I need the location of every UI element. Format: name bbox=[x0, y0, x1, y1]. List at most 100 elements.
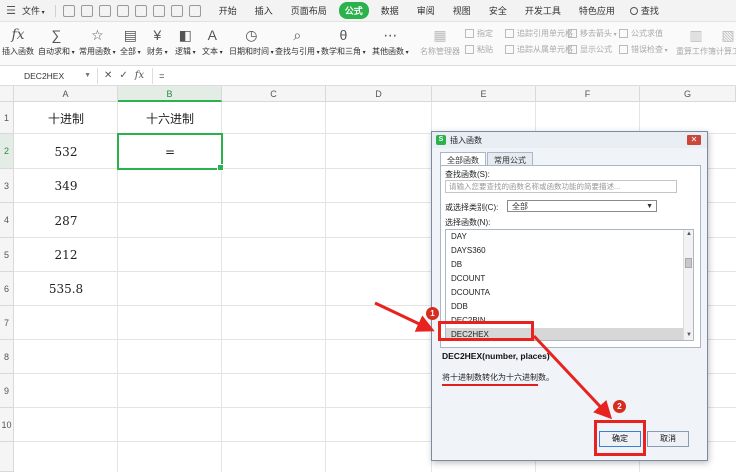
new-file-icon[interactable] bbox=[62, 4, 75, 17]
cancel-x-icon[interactable]: ✕ bbox=[104, 70, 112, 81]
print-preview-icon[interactable] bbox=[116, 4, 129, 17]
tab-review[interactable]: 审阅 bbox=[411, 2, 441, 19]
function-item[interactable]: DAY bbox=[446, 230, 693, 244]
tab-insert[interactable]: 插入 bbox=[249, 2, 279, 19]
tab-view[interactable]: 视图 bbox=[447, 2, 477, 19]
show-formulas-button[interactable]: 显示公式 bbox=[568, 44, 612, 55]
close-icon[interactable]: ✕ bbox=[687, 135, 701, 145]
column-header-e[interactable]: E bbox=[432, 86, 536, 102]
recalc-workbook-button[interactable]: ▥ 重算工作簿 bbox=[676, 26, 716, 57]
fx-icon: fx bbox=[11, 27, 25, 43]
star-function-icon: ☆ bbox=[91, 26, 104, 43]
fx-icon[interactable]: fx bbox=[135, 70, 144, 81]
search-button[interactable]: 查找 bbox=[629, 4, 659, 17]
function-item[interactable]: DDB bbox=[446, 300, 693, 314]
math-trig-button[interactable]: θ 数学和三角 bbox=[321, 26, 366, 57]
tab-data[interactable]: 数据 bbox=[375, 2, 405, 19]
insert-function-button[interactable]: fx 插入函数 bbox=[2, 26, 34, 57]
cell-a3[interactable]: 349 bbox=[14, 169, 118, 203]
cell-b1[interactable]: 十六进制 bbox=[118, 102, 222, 134]
wps-logo-icon: S bbox=[436, 135, 446, 145]
common-functions-button[interactable]: ☆ 常用函数 bbox=[79, 26, 116, 57]
function-item[interactable]: DB bbox=[446, 258, 693, 272]
error-check-button[interactable]: 错误检查 bbox=[619, 44, 668, 55]
column-header-b[interactable]: B bbox=[118, 86, 222, 102]
calc-icon: ▧ bbox=[721, 26, 735, 43]
undo-icon[interactable] bbox=[170, 4, 183, 17]
row-header-5[interactable]: 5 bbox=[0, 238, 14, 272]
remove-arrows-button[interactable]: 移去箭头 bbox=[568, 28, 617, 39]
tab-security[interactable]: 安全 bbox=[483, 2, 513, 19]
row-header-8[interactable]: 8 bbox=[0, 340, 14, 374]
open-folder-icon[interactable] bbox=[80, 4, 93, 17]
column-header-a[interactable]: A bbox=[14, 86, 118, 102]
file-menu[interactable]: 文件 bbox=[22, 4, 45, 17]
save-icon[interactable] bbox=[98, 4, 111, 17]
cell-a1[interactable]: 十进制 bbox=[14, 102, 118, 134]
cell-b2-active[interactable]: = bbox=[117, 133, 224, 171]
select-all-corner[interactable] bbox=[0, 86, 14, 102]
print-icon[interactable] bbox=[134, 4, 147, 17]
cell-a4[interactable]: 287 bbox=[14, 203, 118, 238]
row-header-1[interactable]: 1 bbox=[0, 102, 14, 134]
row-header-2[interactable]: 2 bbox=[0, 134, 14, 169]
tab-developer[interactable]: 开发工具 bbox=[519, 2, 567, 19]
finance-button[interactable]: ¥ 财务 bbox=[147, 26, 168, 57]
evaluate-formula-button[interactable]: 公式求值 bbox=[619, 28, 663, 39]
scroll-up-icon[interactable]: ▲ bbox=[684, 230, 693, 239]
column-header-d[interactable]: D bbox=[326, 86, 432, 102]
all-functions-button[interactable]: ▤ 全部 bbox=[120, 26, 141, 57]
function-list-scrollbar[interactable]: ▲ ▼ bbox=[683, 230, 693, 340]
name-manager-button[interactable]: ▦ 名称管理器 bbox=[420, 26, 460, 57]
category-select[interactable]: 全部 ▼ bbox=[507, 200, 657, 212]
cancel-button[interactable]: 取消 bbox=[647, 431, 689, 447]
name-box[interactable]: DEC2HEX ▼ bbox=[2, 67, 98, 84]
function-item[interactable]: DCOUNT bbox=[446, 272, 693, 286]
confirm-check-icon[interactable]: ✓ bbox=[119, 70, 127, 81]
logic-button[interactable]: ◧ 逻辑 bbox=[175, 26, 196, 57]
trace-dependents-button[interactable]: 追踪从属单元格 bbox=[505, 44, 573, 55]
evaluate-icon bbox=[619, 29, 628, 38]
datetime-button[interactable]: ◷ 日期和时间 bbox=[229, 26, 274, 57]
dialog-titlebar[interactable]: S 插入函数 bbox=[432, 132, 707, 148]
tab-special-apps[interactable]: 特色应用 bbox=[573, 2, 621, 19]
tab-home[interactable]: 开始 bbox=[213, 2, 243, 19]
function-item[interactable]: DCOUNTA bbox=[446, 286, 693, 300]
hamburger-menu-icon[interactable]: ☰ bbox=[0, 4, 22, 17]
cell-a2[interactable]: 532 bbox=[14, 134, 118, 169]
text-functions-button[interactable]: A 文本 bbox=[202, 26, 223, 57]
row-header-11[interactable] bbox=[0, 442, 14, 472]
row-header-3[interactable]: 3 bbox=[0, 169, 14, 203]
column-header-g[interactable]: G bbox=[640, 86, 736, 102]
autosum-button[interactable]: ∑ 自动求和 bbox=[38, 26, 75, 57]
trace-precedents-button[interactable]: 追踪引用单元格 bbox=[505, 28, 573, 39]
chevron-down-icon[interactable]: ▼ bbox=[84, 68, 91, 84]
search-label: 查找 bbox=[640, 6, 659, 16]
paste-button[interactable]: 粘贴 bbox=[465, 44, 493, 55]
row-header-9[interactable]: 9 bbox=[0, 374, 14, 408]
cell-a6[interactable]: 535.8 bbox=[14, 272, 118, 306]
calculate-button[interactable]: ▧ 计算工 bbox=[716, 26, 736, 57]
tab-formulas[interactable]: 公式 bbox=[338, 2, 369, 19]
row-header-6[interactable]: 6 bbox=[0, 272, 14, 306]
row-header-7[interactable]: 7 bbox=[0, 306, 14, 340]
row-header-4[interactable]: 4 bbox=[0, 203, 14, 238]
all-functions-icon: ▤ bbox=[123, 26, 137, 43]
column-header-c[interactable]: C bbox=[222, 86, 326, 102]
remove-arrows-icon bbox=[568, 29, 577, 38]
column-header-f[interactable]: F bbox=[536, 86, 640, 102]
other-functions-button[interactable]: ⋯ 其他函数 bbox=[372, 26, 409, 57]
text-icon: A bbox=[207, 27, 218, 43]
cell-a5[interactable]: 212 bbox=[14, 238, 118, 272]
define-button[interactable]: 指定 bbox=[465, 28, 493, 39]
lookup-reference-button[interactable]: ⌕ 查找与引用 bbox=[275, 26, 320, 57]
function-item[interactable]: DAYS360 bbox=[446, 244, 693, 258]
function-search-input[interactable]: 请输入您要查找的函数名称或函数功能的简要描述... bbox=[445, 180, 677, 193]
formula-input[interactable]: = bbox=[152, 67, 736, 84]
redo-icon[interactable] bbox=[188, 4, 201, 17]
scroll-down-icon[interactable]: ▼ bbox=[684, 331, 693, 340]
format-painter-icon[interactable] bbox=[152, 4, 165, 17]
tab-page-layout[interactable]: 页面布局 bbox=[285, 2, 333, 19]
row-header-10[interactable]: 10 bbox=[0, 408, 14, 442]
scroll-thumb[interactable] bbox=[685, 258, 692, 268]
